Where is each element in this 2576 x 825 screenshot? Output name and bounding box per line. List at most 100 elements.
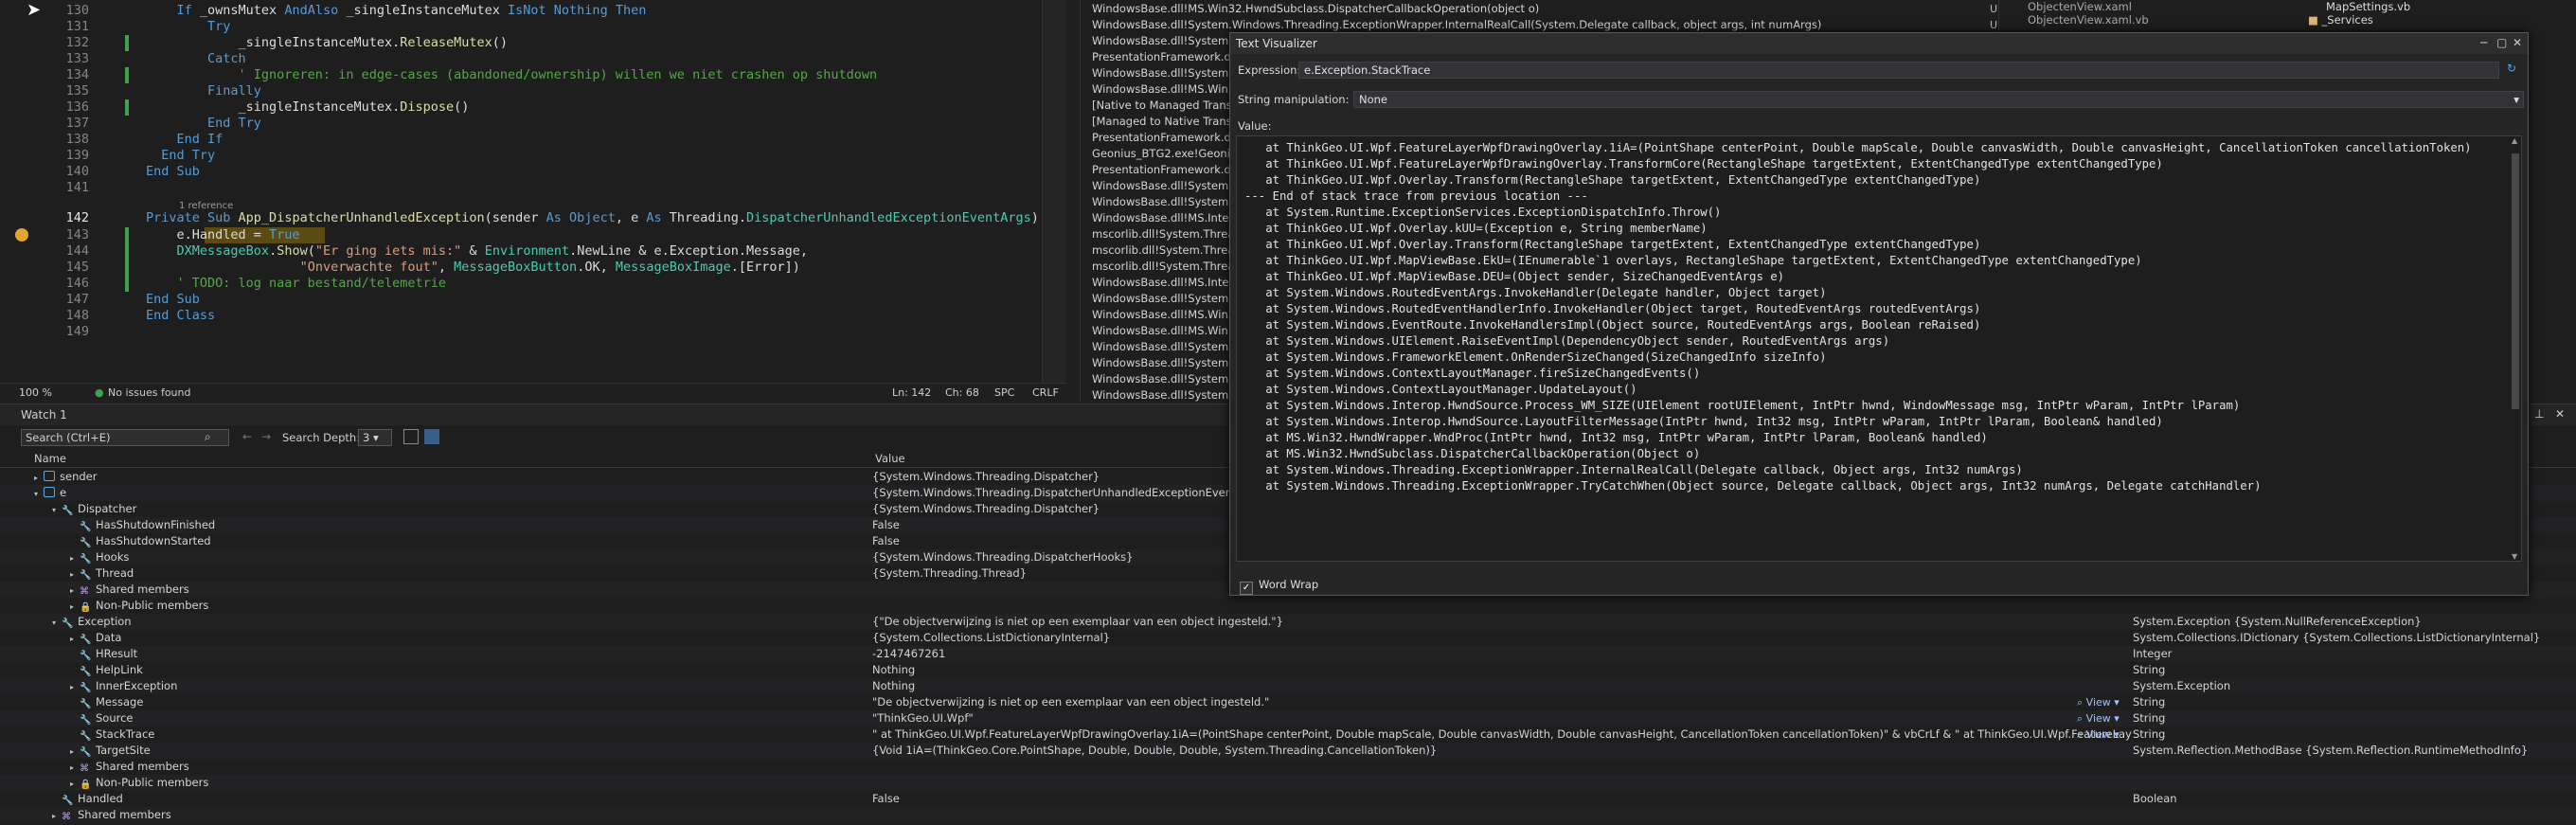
watch-value-cell[interactable]: -2147467261 [872,646,2132,662]
pin-icon[interactable]: ⊥ [2534,407,2544,421]
scrollbar-thumb[interactable] [2512,153,2519,409]
view-visualizer-button[interactable]: ⌕ View ▾ [2077,726,2120,743]
code-line[interactable]: 137 End Try [0,116,1042,132]
grid-view-icon[interactable] [424,429,439,444]
expand-arrow-icon[interactable]: ▸ [70,679,80,695]
column-value[interactable]: Value [875,452,905,465]
code-line[interactable]: 143 e.Handled = True [0,227,1042,243]
code-line[interactable]: 135 Finally [0,83,1042,99]
value-textbox[interactable]: at ThinkGeo.UI.Wpf.FeatureLayerWpfDrawin… [1236,135,2522,562]
code-line[interactable]: 149 [0,324,1042,340]
expand-arrow-icon[interactable]: ▸ [70,599,80,615]
expand-arrow-icon[interactable]: ▸ [34,470,44,486]
code-line[interactable]: 147 End Sub [0,292,1042,308]
watch-row[interactable]: 🔧 Message "De objectverwijzing is niet op … [0,694,2576,710]
watch-row[interactable]: ▸ 🔧 TargetSite {Void 1iA=(ThinkGeo.Core.Poi… [0,743,2576,759]
dialog-titlebar[interactable]: Text Visualizer ─ ▢ ✕ [1230,33,2528,54]
watch-value-cell[interactable]: "ThinkGeo.UI.Wpf" [872,710,2132,726]
code-line[interactable]: 136 _singleInstanceMutex.Dispose() [0,99,1042,116]
expand-arrow-icon[interactable]: ▸ [70,760,80,776]
view-visualizer-button[interactable]: ⌕ View ▾ [2077,694,2120,710]
code-line[interactable]: 130 If _ownsMutex AndAlso _singleInstanc… [0,3,1042,19]
zoom-level[interactable]: 100 % [19,386,52,399]
solution-item[interactable]: ObjectenView.xaml.vb [2028,13,2149,27]
watch-row[interactable]: 🔧 Source "ThinkGeo.UI.Wpf" ⌕ View ▾ String [0,710,2576,726]
line-number: 143 [65,227,89,242]
scroll-down-icon[interactable]: ▼ [2512,552,2517,561]
watch-title[interactable]: Watch 1 [21,408,67,421]
column-name[interactable]: Name [34,452,66,465]
code-line[interactable]: 142 Private Sub App_DispatcherUnhandledEx… [0,210,1042,226]
watch-row[interactable]: 🔧 Handled False Boolean [0,791,2576,807]
watch-row[interactable]: ▾ 🔧 Exception {"De objectverwijzing is niet… [0,614,2576,630]
string-manipulation-select[interactable]: None ▾ [1353,91,2524,108]
folder-item-services[interactable]: ■ _Services [2308,13,2373,27]
view-toggle-icon[interactable] [403,429,419,444]
watch-row[interactable]: 🔧 HResult -2147467261 Integer [0,646,2576,662]
expand-arrow-icon[interactable]: ▸ [70,631,80,647]
code-line[interactable]: 131 Try [0,19,1042,35]
code-line[interactable]: 132 _singleInstanceMutex.ReleaseMutex() [0,35,1042,51]
collapse-arrow-icon[interactable]: ▾ [52,502,62,518]
search-input[interactable]: Search (Ctrl+E) [21,429,229,446]
watch-value-cell[interactable]: "De objectverwijzing is niet op een exem… [872,694,2132,710]
code-line[interactable]: 145 "Onverwachte fout", MessageBoxButton… [0,260,1042,276]
search-icon[interactable]: ⌕ [205,430,211,444]
collapse-arrow-icon[interactable]: ▾ [34,486,44,502]
code-line[interactable]: 134 ' Ignoreren: in edge-cases (abandone… [0,67,1042,83]
view-visualizer-button[interactable]: ⌕ View ▾ [2077,710,2120,726]
text-visualizer-dialog[interactable]: Text Visualizer ─ ▢ ✕ Expression: e.Exce… [1229,32,2529,596]
watch-row[interactable]: 🔧 HelpLink Nothing String [0,662,2576,678]
expression-input[interactable]: e.Exception.StackTrace [1298,62,2499,79]
back-arrow-icon[interactable]: ← [242,430,252,443]
value-scrollbar[interactable]: ▲ ▼ [2512,136,2519,561]
word-wrap-checkbox[interactable]: ✓ Word Wrap [1240,578,1318,595]
code-line[interactable]: 140 End Sub [0,164,1042,180]
watch-row[interactable]: ▸ 🔧 Data {System.Collections.ListDictionary… [0,630,2576,646]
close-icon[interactable]: ✕ [2555,407,2565,421]
solution-item[interactable]: MapSettings.vb [2326,0,2410,13]
issues-status[interactable]: No issues found [108,386,190,399]
watch-value-cell[interactable]: " at ThinkGeo.UI.Wpf.FeatureLayerWpfDraw… [872,726,2132,743]
expand-arrow-icon[interactable]: ▸ [52,808,62,824]
code-line[interactable]: 139 End Try [0,148,1042,164]
minimize-icon[interactable]: ─ [2480,36,2487,49]
watch-row[interactable]: 🔧 StackTrace " at ThinkGeo.UI.Wpf.FeatureL… [0,726,2576,743]
expand-arrow-icon[interactable]: ▸ [70,583,80,599]
code-line[interactable]: 141 [0,180,1042,196]
watch-value-cell[interactable]: {System.Collections.ListDictionaryIntern… [872,630,2132,646]
call-stack-row[interactable]: WindowsBase.dll!System.Windows.Threading… [1092,17,1821,33]
watch-row[interactable]: ▸ 🔒 Non-Public members [0,598,2576,614]
watch-value-cell[interactable]: False [872,791,2132,807]
code-line[interactable]: 138 End If [0,132,1042,148]
watch-row[interactable]: ▸ 🔒 Non-Public members [0,775,2576,791]
watch-value-cell[interactable]: {"De objectverwijzing is niet op een exe… [872,614,2132,630]
expand-arrow-icon[interactable]: ▸ [70,550,80,566]
line-endings[interactable]: CRLF [1032,386,1059,399]
code-line[interactable]: 148 End Class [0,308,1042,324]
solution-item[interactable]: ObjectenView.xaml [2028,0,2132,13]
close-icon[interactable]: ✕ [2513,36,2522,49]
expand-arrow-icon[interactable]: ▸ [70,566,80,583]
maximize-icon[interactable]: ▢ [2496,36,2507,49]
expand-arrow-icon[interactable]: ▸ [70,744,80,760]
code-line[interactable]: 144 DXMessageBox.Show("Er ging iets mis:… [0,243,1042,260]
search-depth-select[interactable]: 3 ▾ [358,429,392,446]
scroll-up-icon[interactable]: ▲ [2512,136,2517,145]
forward-arrow-icon[interactable]: → [261,430,271,443]
code-line[interactable]: 146 ' TODO: log naar bestand/telemetrie [0,276,1042,292]
expand-arrow-icon[interactable]: ▸ [70,776,80,792]
code-line[interactable]: 133 Catch [0,51,1042,67]
watch-row[interactable]: ▸ ⌘ Shared members [0,807,2576,823]
collapse-arrow-icon[interactable]: ▾ [52,615,62,631]
editor-scrollbar[interactable] [1042,0,1066,383]
watch-value-cell[interactable]: Nothing [872,678,2132,694]
call-stack-row[interactable]: WindowsBase.dll!MS.Win32.HwndSubclass.Di… [1092,1,1539,17]
watch-value-cell[interactable]: {Void 1iA=(ThinkGeo.Core.PointShape, Dou… [872,743,2132,759]
watch-row[interactable]: ▸ 🔧 InnerException Nothing System.Exception [0,678,2576,694]
code-editor[interactable]: 1 reference 130 If _ownsMutex AndAlso _s… [0,0,1066,383]
watch-row[interactable]: ▸ ⌘ Shared members [0,759,2576,775]
watch-value-cell[interactable]: Nothing [872,662,2132,678]
refresh-icon[interactable]: ↻ [2507,62,2516,75]
indent-mode[interactable]: SPC [994,386,1014,399]
